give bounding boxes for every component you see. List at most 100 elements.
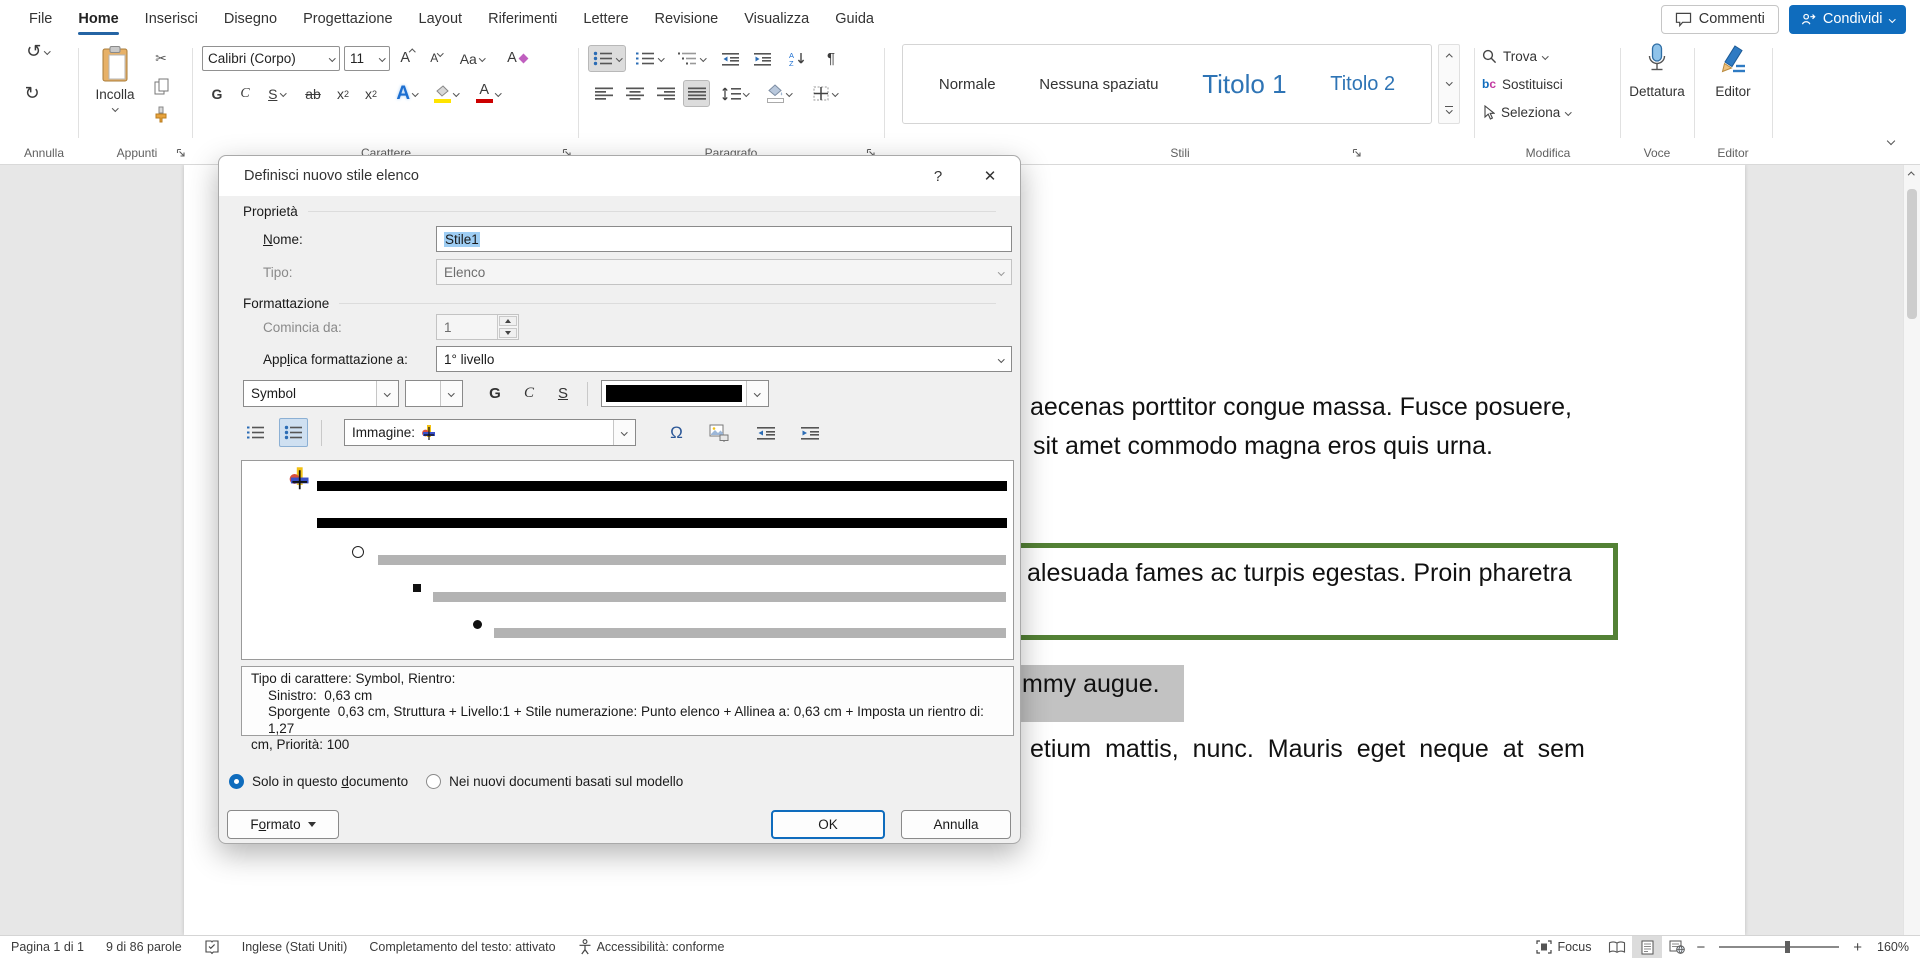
italic-button[interactable]: C [232, 80, 258, 107]
borders-button[interactable] [804, 80, 846, 107]
vertical-scrollbar[interactable] [1903, 165, 1920, 935]
menu-riferimenti[interactable]: Riferimenti [475, 0, 570, 38]
document-paragraph-line[interactable]: etium mattis, nunc. Mauris eget neque at… [1030, 735, 1585, 764]
sort-button[interactable]: AZ [782, 45, 814, 72]
subscript-button[interactable]: x2 [330, 80, 356, 107]
menu-visualizza[interactable]: Visualizza [731, 0, 822, 38]
superscript-button[interactable]: x2 [358, 80, 384, 107]
align-center-button[interactable] [621, 80, 648, 107]
dialog-increase-indent-button[interactable] [795, 418, 824, 447]
apply-to-combo[interactable]: 1° livello [436, 346, 1012, 372]
symbol-button[interactable]: Ω [662, 418, 691, 447]
scrollbar-up-icon[interactable] [1908, 172, 1914, 178]
highlight-button[interactable] [428, 80, 464, 107]
ok-button[interactable]: OK [771, 810, 885, 839]
text-effects-button[interactable]: A [392, 80, 422, 107]
zoom-out-button[interactable]: − [1692, 939, 1709, 956]
bold-button[interactable]: G [204, 80, 230, 107]
menu-disegno[interactable]: Disegno [211, 0, 290, 38]
focus-mode-button[interactable]: Focus [1525, 936, 1602, 958]
find-button[interactable]: Trova [1482, 43, 1548, 69]
read-mode-button[interactable] [1602, 936, 1632, 958]
zoom-level[interactable]: 160% [1866, 936, 1920, 958]
strikethrough-button[interactable]: ab [298, 80, 328, 107]
shrink-font-button[interactable]: A [423, 45, 450, 72]
editor-button[interactable]: Editor [1698, 42, 1768, 142]
dialog-underline-button[interactable]: S [549, 380, 577, 407]
proofing-status[interactable] [193, 936, 231, 958]
print-layout-button[interactable] [1632, 936, 1662, 958]
menu-layout[interactable]: Layout [406, 0, 476, 38]
bullet-color-combo[interactable] [601, 380, 769, 407]
bullets-button[interactable] [588, 45, 626, 72]
font-color-button[interactable]: A [470, 80, 506, 107]
bullet-image-combo[interactable]: Immagine: [344, 419, 636, 446]
zoom-in-button[interactable]: + [1849, 939, 1866, 956]
menu-home[interactable]: Home [65, 0, 131, 38]
image-combo-dropdown-button[interactable] [613, 420, 635, 445]
style-normale[interactable]: Normale [939, 76, 996, 93]
style-titolo-1[interactable]: Titolo 1 [1202, 69, 1286, 100]
copy-button[interactable] [148, 74, 174, 98]
bullet-size-combo[interactable] [405, 380, 463, 407]
dialog-close-button[interactable]: ✕ [969, 156, 1011, 196]
clipboard-launcher-icon[interactable] [176, 148, 186, 158]
scrollbar-thumb[interactable] [1907, 189, 1917, 319]
document-paragraph-line[interactable]: aecenas porttitor congue massa. Fusce po… [1030, 393, 1572, 422]
word-count[interactable]: 9 di 86 parole [95, 936, 193, 958]
underline-button[interactable]: S [260, 80, 294, 107]
menu-guida[interactable]: Guida [822, 0, 887, 38]
dictate-button[interactable]: Dettatura [1624, 42, 1690, 142]
redo-button[interactable]: ↻ [18, 80, 46, 107]
align-right-button[interactable] [652, 80, 679, 107]
increase-indent-button[interactable] [748, 45, 776, 72]
dialog-italic-button[interactable]: C [515, 380, 543, 407]
shading-button[interactable] [760, 80, 798, 107]
share-button[interactable]: Condividi [1789, 5, 1906, 34]
styles-scroll-up-icon[interactable] [1446, 54, 1452, 60]
undo-button[interactable]: ↺ [18, 38, 58, 65]
highlighted-text[interactable]: mmy augue. [1022, 670, 1184, 699]
format-menu-button[interactable]: Formato [227, 810, 339, 839]
spinner-up-button[interactable] [499, 316, 517, 326]
dialog-titlebar[interactable]: Definisci nuovo stile elenco [219, 156, 1020, 196]
web-layout-button[interactable] [1662, 936, 1692, 958]
bullet-font-combo[interactable]: Symbol [243, 380, 399, 407]
menu-progettazione[interactable]: Progettazione [290, 0, 405, 38]
page-indicator[interactable]: Pagina 1 di 1 [0, 936, 95, 958]
justify-button[interactable] [683, 80, 710, 107]
multilevel-list-button[interactable] [672, 45, 710, 72]
font-name-combo[interactable]: Calibri (Corpo) [202, 46, 340, 71]
align-left-button[interactable] [590, 80, 617, 107]
spinner-down-button[interactable] [499, 328, 517, 338]
style-titolo-2[interactable]: Titolo 2 [1330, 73, 1395, 96]
dialog-help-button[interactable]: ? [917, 156, 959, 196]
numbering-button[interactable] [630, 45, 668, 72]
collapse-ribbon-chevron-icon[interactable] [1887, 137, 1895, 145]
radio-only-this-document[interactable]: Solo in questo documento [229, 774, 408, 789]
pilcrow-button[interactable]: ¶ [818, 45, 844, 72]
dialog-bold-button[interactable]: G [481, 380, 509, 407]
radio-new-documents[interactable]: Nei nuovi documenti basati sul modello [426, 774, 683, 789]
styles-scroll-down-icon[interactable] [1446, 80, 1452, 86]
replace-button[interactable]: bc Sostituisci [1482, 71, 1563, 97]
zoom-slider[interactable] [1719, 946, 1839, 948]
change-case-button[interactable]: Aa [454, 45, 490, 72]
clear-formatting-button[interactable]: A [502, 45, 532, 72]
bullet-font-dropdown-button[interactable] [376, 381, 398, 406]
insert-picture-button[interactable] [704, 418, 733, 447]
decrease-indent-button[interactable] [716, 45, 744, 72]
style-nessuna-spaziatura[interactable]: Nessuna spaziatu [1039, 76, 1158, 93]
zoom-slider-handle[interactable] [1785, 941, 1790, 953]
menu-revisione[interactable]: Revisione [642, 0, 732, 38]
menu-inserisci[interactable]: Inserisci [132, 0, 211, 38]
bulleted-list-button[interactable] [279, 418, 308, 447]
menu-lettere[interactable]: Lettere [570, 0, 641, 38]
cancel-button[interactable]: Annulla [901, 810, 1011, 839]
select-button[interactable]: Seleziona [1482, 99, 1571, 125]
accessibility-status[interactable]: Accessibilità: conforme [567, 936, 736, 958]
bullet-color-dropdown-button[interactable] [746, 381, 768, 406]
format-painter-button[interactable] [148, 102, 174, 126]
language-indicator[interactable]: Inglese (Stati Uniti) [231, 936, 359, 958]
bordered-paragraph-text[interactable]: alesuada fames ac turpis egestas. Proin … [1027, 559, 1613, 588]
